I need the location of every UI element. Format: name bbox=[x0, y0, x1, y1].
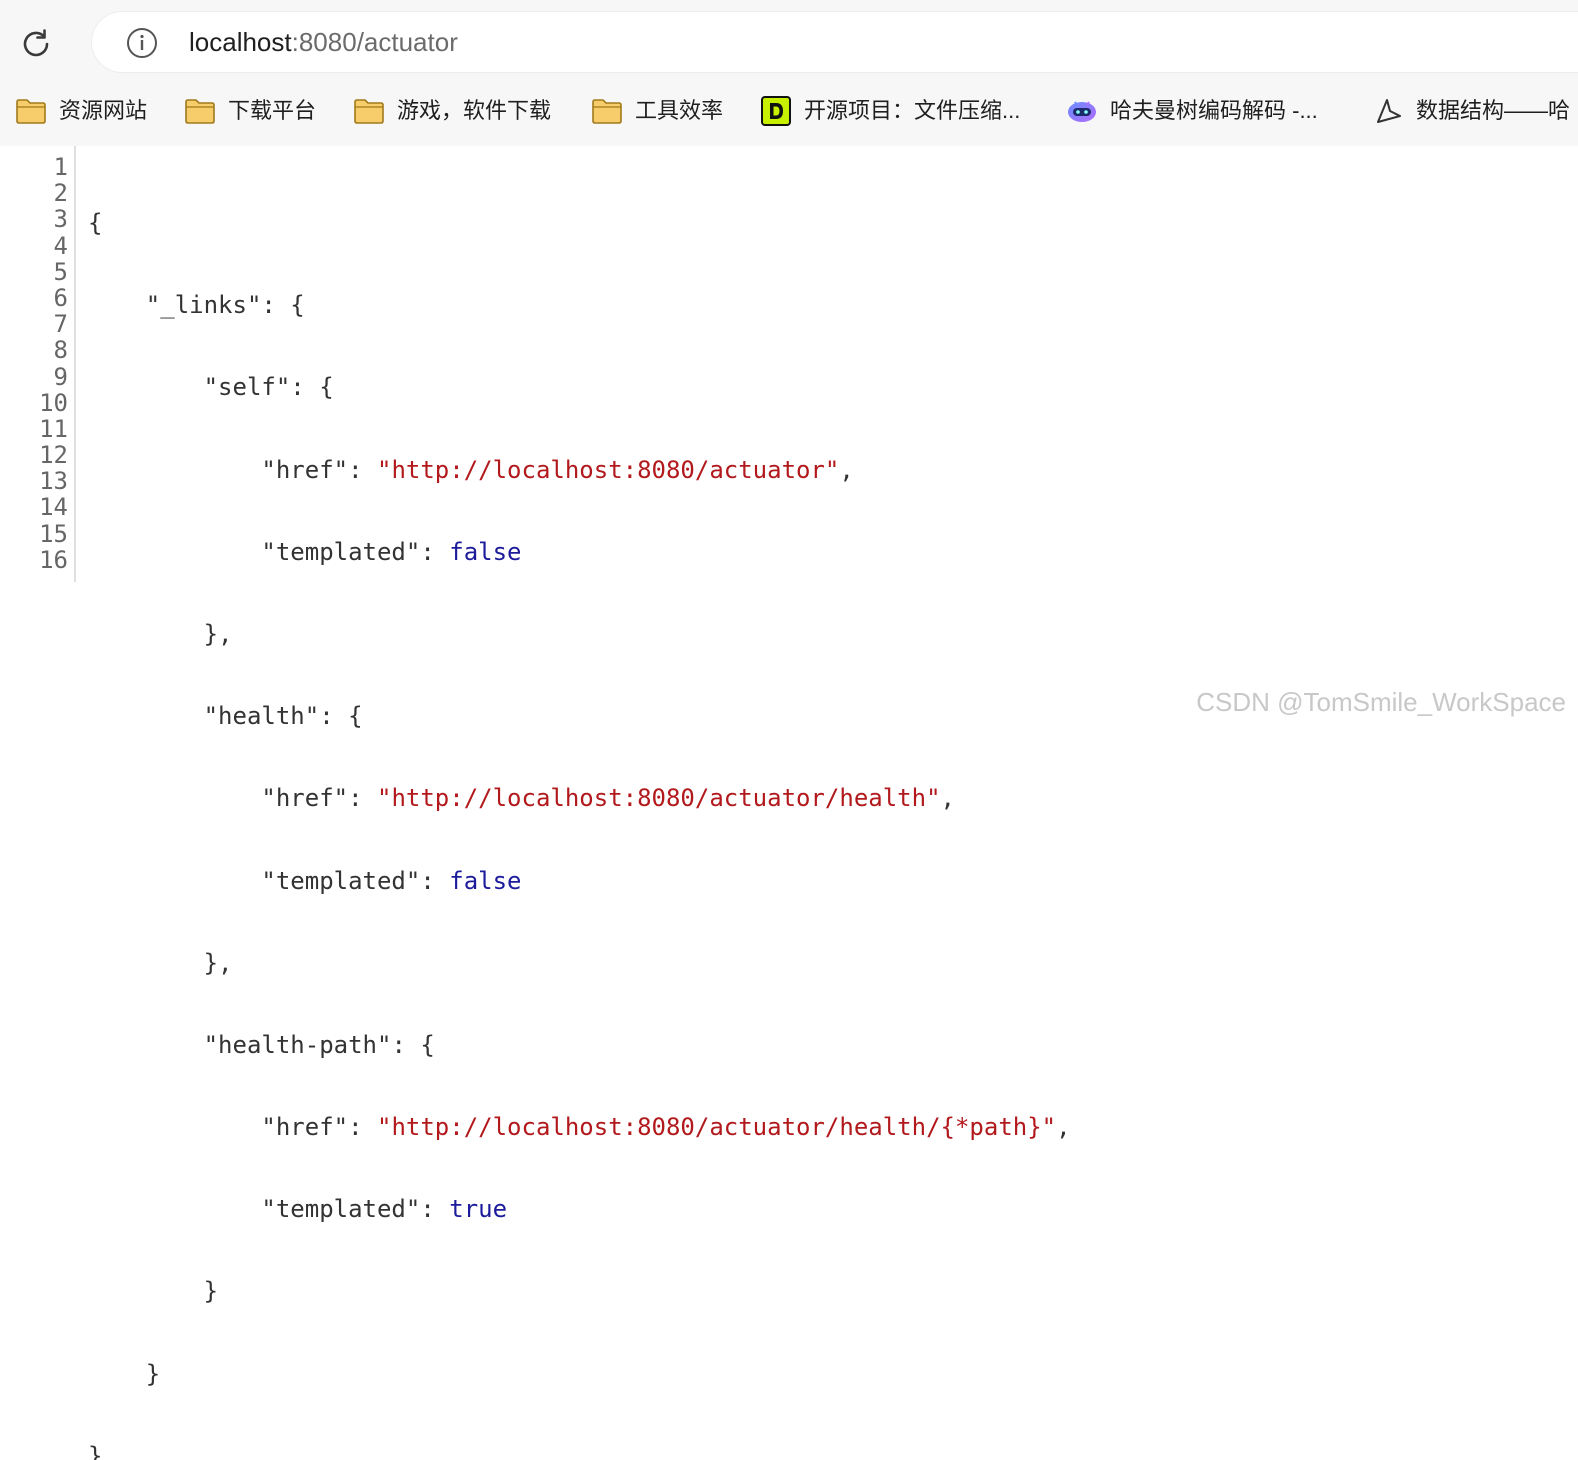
paper-plane-icon bbox=[1372, 96, 1404, 126]
json-key: "_links" bbox=[145, 291, 262, 320]
bookmark-label: 哈夫曼树编码解码 -... bbox=[1110, 98, 1318, 123]
code-line: "health": { bbox=[203, 702, 363, 731]
bookmark-folder-resources[interactable]: 资源网站 bbox=[15, 88, 147, 134]
bookmark-label: 游戏，软件下载 bbox=[397, 98, 552, 123]
code-line: } bbox=[88, 1277, 219, 1306]
bookmark-label: 资源网站 bbox=[59, 98, 148, 123]
line-number: 1 bbox=[53, 153, 68, 181]
json-string-value[interactable]: "http://localhost:8080/actuator/health/{… bbox=[377, 1113, 1056, 1141]
line-number: 15 bbox=[39, 519, 68, 548]
url-host: localhost bbox=[189, 27, 292, 57]
line-number: 14 bbox=[39, 493, 68, 522]
json-string-value[interactable]: "http://localhost:8080/actuator" bbox=[377, 456, 839, 484]
line-number: 8 bbox=[53, 336, 68, 365]
bookmark-label: 数据结构——哈 bbox=[1416, 98, 1571, 123]
bookmark-label: 工具效率 bbox=[635, 98, 724, 123]
json-boolean-value: true bbox=[449, 1195, 508, 1224]
line-number: 3 bbox=[53, 205, 68, 234]
line-number: 10 bbox=[39, 388, 68, 417]
code-line: { bbox=[88, 209, 103, 237]
reload-icon[interactable] bbox=[16, 24, 56, 64]
code-line: }, bbox=[88, 619, 233, 648]
json-viewer: 1 2 3 4 5 6 7 8 9 10 11 12 13 14 15 16 {… bbox=[0, 146, 1578, 1460]
line-number: 7 bbox=[53, 310, 68, 339]
folder-icon bbox=[184, 96, 216, 126]
line-number: 4 bbox=[53, 231, 68, 260]
json-key: "href" bbox=[261, 1113, 349, 1142]
line-number: 12 bbox=[39, 441, 68, 470]
code-line: "href": "http://localhost:8080/actuator/… bbox=[261, 1113, 1071, 1142]
folder-icon bbox=[591, 96, 623, 126]
json-code: { "_links": { "self": { "href": "http://… bbox=[88, 154, 1071, 1460]
code-line: "health-path": { bbox=[203, 1030, 435, 1059]
line-number: 16 bbox=[39, 545, 68, 574]
bookmark-label: 下载平台 bbox=[228, 98, 317, 123]
json-key: "templated" bbox=[261, 1195, 421, 1224]
line-number: 9 bbox=[53, 362, 68, 391]
json-key: "href" bbox=[261, 784, 349, 813]
code-line: "self": { bbox=[203, 373, 334, 402]
bookmarks-bar: 资源网站 下载平台 游戏，软件下载 工具效率 开源项目：文件压缩... 哈夫曼树… bbox=[0, 88, 1578, 134]
line-number: 5 bbox=[53, 257, 68, 286]
url-text[interactable]: localhost:8080/actuator bbox=[189, 26, 458, 58]
json-string-value[interactable]: "http://localhost:8080/actuator/health" bbox=[377, 784, 941, 812]
line-number: 11 bbox=[39, 414, 68, 443]
watermark: CSDN @TomSmile_WorkSpace bbox=[1196, 687, 1566, 717]
json-key: "href" bbox=[261, 455, 349, 484]
d-logo-icon bbox=[760, 96, 792, 126]
bookmark-folder-games[interactable]: 游戏，软件下载 bbox=[353, 88, 551, 134]
line-number: 6 bbox=[53, 283, 68, 312]
code-line: "templated": false bbox=[261, 866, 522, 895]
robot-icon bbox=[1066, 96, 1098, 126]
json-boolean-value: false bbox=[449, 866, 522, 895]
code-line: "templated": false bbox=[261, 537, 522, 566]
json-key: "self" bbox=[203, 373, 291, 402]
line-number: 13 bbox=[39, 467, 68, 496]
bookmark-huffman[interactable]: 哈夫曼树编码解码 -... bbox=[1066, 88, 1318, 134]
bookmark-folder-tools[interactable]: 工具效率 bbox=[591, 88, 723, 134]
bookmark-folder-download[interactable]: 下载平台 bbox=[184, 88, 316, 134]
folder-icon bbox=[15, 96, 47, 126]
url-path: :8080/actuator bbox=[291, 27, 458, 57]
code-line: } bbox=[88, 1441, 103, 1460]
json-boolean-value: false bbox=[449, 537, 522, 566]
folder-icon bbox=[353, 96, 385, 126]
code-line: } bbox=[88, 1359, 161, 1388]
bookmark-open-source[interactable]: 开源项目：文件压缩... bbox=[760, 88, 1020, 134]
code-line: "templated": true bbox=[261, 1195, 508, 1224]
browser-toolbar: localhost:8080/actuator 资源网站 下载平台 游戏，软件下… bbox=[0, 0, 1578, 146]
code-line: "href": "http://localhost:8080/actuator"… bbox=[261, 455, 854, 484]
json-key: "health" bbox=[203, 702, 320, 731]
bookmark-data-structure[interactable]: 数据结构——哈 bbox=[1372, 88, 1570, 134]
json-key: "health-path" bbox=[203, 1030, 392, 1059]
info-icon[interactable] bbox=[126, 27, 158, 59]
line-number: 2 bbox=[53, 179, 68, 208]
json-key: "templated" bbox=[261, 537, 421, 566]
gutter-divider bbox=[74, 146, 76, 582]
json-key: "templated" bbox=[261, 866, 421, 895]
bookmark-label: 开源项目：文件压缩... bbox=[804, 98, 1021, 123]
code-line: "href": "http://localhost:8080/actuator/… bbox=[261, 784, 955, 813]
line-number-gutter: 1 2 3 4 5 6 7 8 9 10 11 12 13 14 15 16 bbox=[0, 154, 68, 573]
code-line: "_links": { bbox=[145, 291, 305, 320]
code-line: }, bbox=[88, 948, 233, 977]
